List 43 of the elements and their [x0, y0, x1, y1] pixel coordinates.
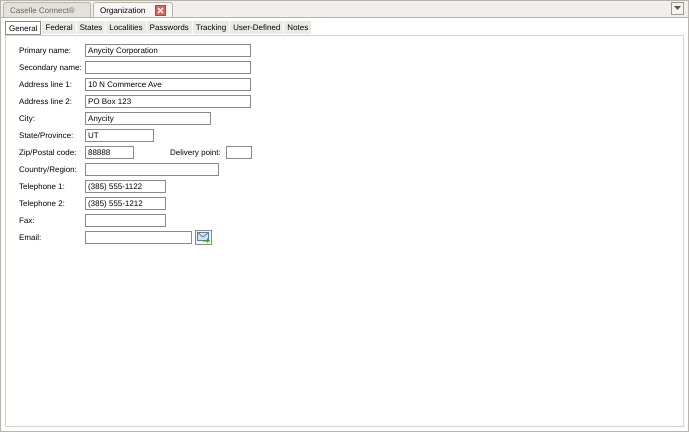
input-field[interactable]: Anycity	[85, 112, 211, 124]
input-field[interactable]: 88888	[85, 146, 134, 158]
field-label: Primary name:	[19, 46, 72, 54]
tab[interactable]: Notes	[284, 21, 312, 34]
field-label: Secondary name:	[19, 62, 83, 72]
field-label: Delivery point:	[170, 148, 221, 156]
field-label: Fax:	[19, 216, 36, 224]
field-label: City:	[19, 114, 36, 122]
field-label: Telephone 2:	[19, 198, 66, 208]
tab[interactable]: Localities	[106, 21, 146, 34]
tab[interactable]: General	[5, 21, 42, 35]
input-field[interactable]	[226, 146, 252, 158]
tab[interactable]: Passwords	[146, 21, 192, 34]
caret-icon	[674, 6, 681, 11]
field-label: Address line 2:	[19, 96, 73, 106]
input-field[interactable]	[85, 162, 219, 176]
tab[interactable]: User-Defined	[230, 21, 284, 34]
input-field[interactable]	[85, 230, 192, 244]
field-label: Country/Region:	[19, 164, 78, 174]
input-field[interactable]: (385) 555-1122	[85, 180, 166, 192]
send-email-button[interactable]	[195, 230, 212, 244]
field-label: Address line 1:	[19, 80, 73, 88]
document-tab[interactable]: Organization	[93, 2, 174, 17]
close-icon[interactable]	[155, 4, 166, 16]
input-field[interactable]: PO Box 123	[85, 94, 251, 108]
tab-label: Organization	[100, 6, 146, 14]
input-field[interactable]: UT	[85, 128, 154, 142]
tab[interactable]: States	[76, 21, 106, 34]
tab[interactable]: Federal	[42, 21, 76, 34]
dropdown-button[interactable]	[671, 2, 684, 15]
document-tab[interactable]: Caselle Connect®	[3, 2, 91, 17]
input-field[interactable]: (385) 555-1212	[85, 196, 166, 210]
tab-label: Caselle Connect®	[10, 6, 75, 14]
input-field[interactable]	[85, 214, 166, 226]
envelope-icon	[197, 232, 210, 242]
input-field[interactable]: 10 N Commerce Ave	[85, 78, 251, 90]
tab[interactable]: Tracking	[192, 21, 230, 34]
field-label: Email:	[19, 232, 42, 242]
field-label: Telephone 1:	[19, 182, 66, 190]
input-field[interactable]: Anycity Corporation	[85, 44, 251, 56]
field-label: State/Province:	[19, 130, 74, 140]
field-label: Zip/Postal code:	[19, 148, 78, 156]
input-field[interactable]	[85, 60, 251, 74]
